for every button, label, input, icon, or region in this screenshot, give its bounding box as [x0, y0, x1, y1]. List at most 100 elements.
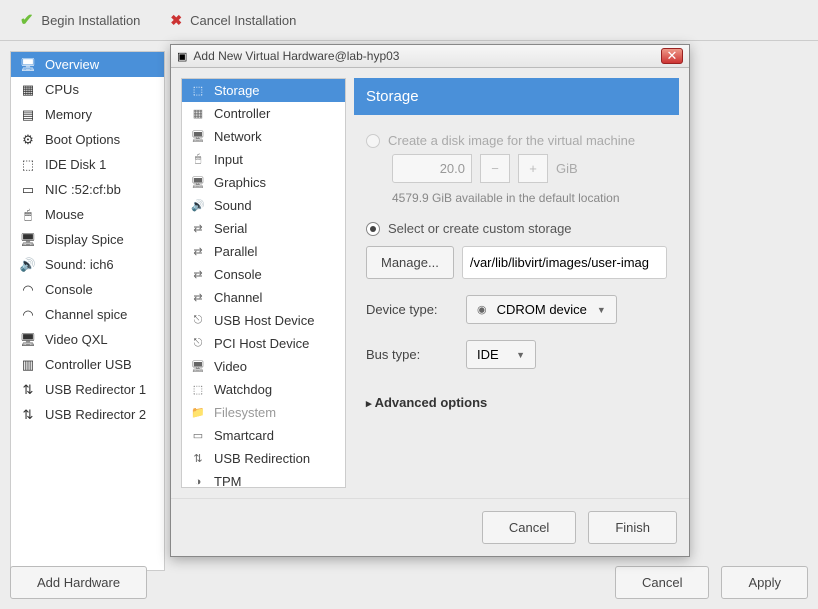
hw-item-video[interactable]: 🖥 Video [182, 355, 345, 378]
sidebar-item-controller-usb[interactable]: ▥ Controller USB [11, 352, 164, 377]
hw-item-label: TPM [214, 474, 241, 488]
hw-item-pci-host-device[interactable]: ⎋ PCI Host Device [182, 332, 345, 355]
hw-item-label: Console [214, 267, 262, 282]
add-hardware-button[interactable]: Add Hardware [10, 566, 147, 599]
custom-storage-radio[interactable]: Select or create custom storage [366, 221, 667, 236]
cancel-installation-button[interactable]: ✖ Cancel Installation [170, 12, 296, 29]
radio-icon [366, 134, 380, 148]
device-icon: ▭ [19, 183, 37, 197]
hw-icon: 🖥 [190, 130, 206, 144]
hw-item-parallel[interactable]: ⇄Parallel [182, 240, 345, 263]
hw-item-graphics[interactable]: 🖥Graphics [182, 171, 345, 194]
sidebar-item-memory[interactable]: ▤Memory [11, 102, 164, 127]
hw-icon: 🖥 [190, 360, 206, 374]
hw-item-label: Storage [214, 83, 260, 98]
hw-item-label: Filesystem [214, 405, 276, 420]
device-icon: 🖥 [19, 333, 37, 347]
hw-item-storage[interactable]: ⬚ Storage [182, 79, 345, 102]
sidebar-item-ide-disk-1[interactable]: ⬚IDE Disk 1 [11, 152, 164, 177]
custom-storage-label: Select or create custom storage [388, 221, 572, 236]
sidebar-item-mouse[interactable]: 🖱Mouse [11, 202, 164, 227]
sidebar-item-label: USB Redirector 1 [45, 382, 146, 397]
device-icon: ▦ [19, 83, 37, 97]
device-icon: ⇅ [19, 408, 37, 422]
sidebar-item-sound-ich6[interactable]: 🔊Sound: ich6 [11, 252, 164, 277]
hw-item-input[interactable]: 🖱Input [182, 148, 345, 171]
hw-icon: ⇄ [190, 291, 206, 305]
radio-icon [366, 222, 380, 236]
sidebar-item-channel-spice[interactable]: ◠Channel spice [11, 302, 164, 327]
manage-button[interactable]: Manage... [366, 246, 454, 279]
hw-item-label: Video [214, 359, 247, 374]
sidebar-item-label: Boot Options [45, 132, 120, 147]
hw-icon: ⇄ [190, 222, 206, 236]
sidebar-item-overview[interactable]: 🖥Overview [11, 52, 164, 77]
window-icon: ▣ [177, 50, 187, 63]
sidebar-item-label: Console [45, 282, 93, 297]
hw-icon: 🔊 [190, 199, 206, 213]
size-unit: GiB [556, 161, 578, 176]
bottom-bar: Add Hardware Cancel Apply [10, 566, 808, 599]
begin-label: Begin Installation [41, 13, 140, 28]
hw-item-channel[interactable]: ⇄ Channel [182, 286, 345, 309]
sidebar-item-label: NIC :52:cf:bb [45, 182, 121, 197]
create-disk-radio[interactable]: Create a disk image for the virtual mach… [366, 133, 667, 148]
device-icon: ▥ [19, 358, 37, 372]
close-button[interactable]: ✕ [661, 48, 683, 64]
hw-item-usb-host-device[interactable]: ⎋USB Host Device [182, 309, 345, 332]
hw-item-serial[interactable]: ⇄ Serial [182, 217, 345, 240]
sidebar-item-display-spice[interactable]: 🖥Display Spice [11, 227, 164, 252]
begin-installation-button[interactable]: ✔ Begin Installation [20, 10, 140, 30]
available-text: 4579.9 GiB available in the default loca… [392, 191, 667, 205]
dialog-cancel-button[interactable]: Cancel [482, 511, 576, 544]
hw-item-tpm[interactable]: ◑ TPM [182, 470, 345, 488]
hw-item-usb-redirection[interactable]: ⇅USB Redirection [182, 447, 345, 470]
hw-item-label: Sound [214, 198, 252, 213]
device-type-label: Device type: [366, 302, 456, 317]
hw-icon: ⬚ [190, 383, 206, 397]
cancel-button[interactable]: Cancel [615, 566, 709, 599]
sidebar-item-nic-52-cf-bb[interactable]: ▭ NIC :52:cf:bb [11, 177, 164, 202]
device-icon: ⚙ [19, 133, 37, 147]
hw-icon: ⬚ [190, 84, 206, 98]
sidebar-item-console[interactable]: ◠Console [11, 277, 164, 302]
hw-item-sound[interactable]: 🔊 Sound [182, 194, 345, 217]
hw-icon: ⎋ [190, 337, 206, 351]
hw-icon: ◑ [190, 475, 206, 489]
device-icon: 🖥 [19, 233, 37, 247]
sidebar-item-usb-redirector-1[interactable]: ⇅USB Redirector 1 [11, 377, 164, 402]
sidebar-item-boot-options[interactable]: ⚙ Boot Options [11, 127, 164, 152]
dialog-finish-button[interactable]: Finish [588, 511, 677, 544]
storage-path-input[interactable] [462, 246, 667, 279]
hw-item-network[interactable]: 🖥Network [182, 125, 345, 148]
sidebar-item-label: Mouse [45, 207, 84, 222]
hw-item-watchdog[interactable]: ⬚ Watchdog [182, 378, 345, 401]
device-type-value: CDROM device [497, 302, 587, 317]
hw-item-label: Channel [214, 290, 262, 305]
sidebar-item-label: IDE Disk 1 [45, 157, 106, 172]
bus-type-dropdown[interactable]: IDE ▼ [466, 340, 536, 369]
hw-item-controller[interactable]: ▦Controller [182, 102, 345, 125]
sidebar-item-video-qxl[interactable]: 🖥Video QXL [11, 327, 164, 352]
hw-item-label: USB Host Device [214, 313, 314, 328]
hw-item-label: Serial [214, 221, 247, 236]
hw-item-label: Watchdog [214, 382, 272, 397]
hw-item-label: PCI Host Device [214, 336, 309, 351]
hw-item-smartcard[interactable]: ▭Smartcard [182, 424, 345, 447]
sidebar-item-cpus[interactable]: ▦CPUs [11, 77, 164, 102]
device-type-dropdown[interactable]: ◉ CDROM device ▼ [466, 295, 617, 324]
apply-button[interactable]: Apply [721, 566, 808, 599]
dialog-titlebar: ▣ Add New Virtual Hardware@lab-hyp03 ✕ [171, 45, 689, 68]
advanced-options-expander[interactable]: Advanced options [366, 395, 667, 410]
top-toolbar: ✔ Begin Installation ✖ Cancel Installati… [0, 0, 818, 41]
hw-item-label: USB Redirection [214, 451, 310, 466]
hw-item-filesystem: 📁 Filesystem [182, 401, 345, 424]
dialog-footer: Cancel Finish [171, 498, 689, 556]
hw-item-console[interactable]: ⇄Console [182, 263, 345, 286]
hw-icon: 📁 [190, 406, 206, 420]
sidebar-item-label: Controller USB [45, 357, 132, 372]
device-icon: 🖥 [19, 58, 37, 72]
device-icon: ▤ [19, 108, 37, 122]
hw-item-label: Smartcard [214, 428, 274, 443]
sidebar-item-usb-redirector-2[interactable]: ⇅USB Redirector 2 [11, 402, 164, 427]
